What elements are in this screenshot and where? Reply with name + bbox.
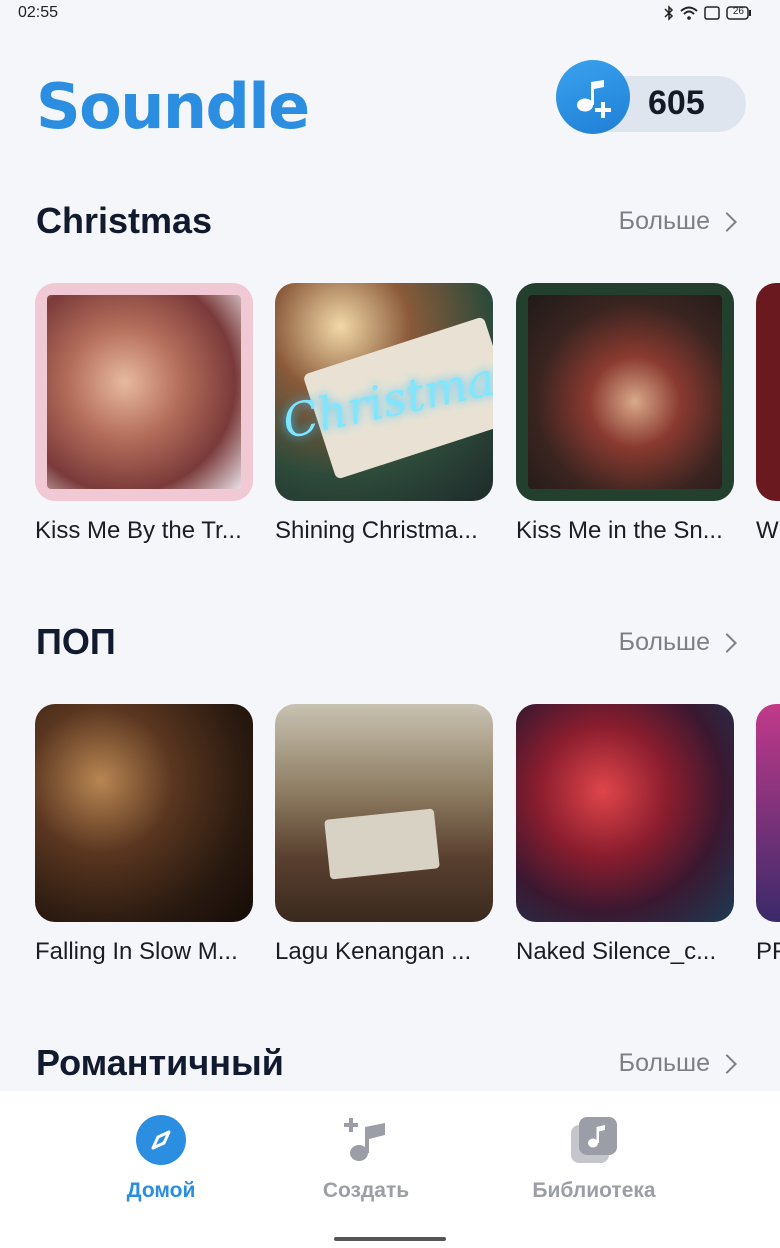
app-screen: 02:55 26 Soundle 605 Christmas Больше Ki… [0,0,780,1248]
song-title: PF [756,938,780,965]
song-title: Naked Silence_c... [516,938,717,965]
more-label: Больше [618,207,710,235]
bluetooth-icon [664,5,674,21]
song-card[interactable]: Naked Silence_c... [516,704,734,966]
status-time: 02:55 [18,4,59,21]
nav-item-library[interactable]: Библиотека [504,1113,684,1203]
nav-label-library: Библиотека [532,1179,656,1202]
nav-item-home[interactable]: Домой [71,1113,251,1203]
add-credits-icon[interactable] [556,60,630,134]
bottom-nav: Домой Создать Библиотека [0,1091,780,1248]
song-cover [756,704,780,922]
song-title: Falling In Slow M... [35,938,238,965]
song-card[interactable]: Lagu Kenangan ... [275,704,493,966]
more-link-christmas[interactable]: Больше [618,207,737,236]
song-title: Lagu Kenangan ... [275,938,472,965]
song-cover [516,283,734,501]
more-link-pop[interactable]: Больше [618,628,737,657]
chevron-right-icon [717,211,737,232]
song-cover [35,283,253,501]
home-indicator[interactable] [334,1237,446,1241]
more-link-romantic[interactable]: Больше [618,1049,737,1078]
song-cover [35,704,253,922]
song-card[interactable]: Kiss Me By the Tr... [35,283,253,545]
nav-item-create[interactable]: Создать [276,1113,456,1203]
song-card-partial[interactable]: W [756,283,780,545]
chevron-right-icon [717,1053,737,1074]
song-card[interactable]: Falling In Slow M... [35,704,253,966]
chevron-right-icon [717,632,737,653]
song-title: Kiss Me in the Sn... [516,517,723,544]
more-label: Больше [618,628,710,656]
card-row-christmas: Kiss Me By the Tr... Christmas Shining C… [35,283,780,553]
song-cover [516,704,734,922]
wifi-icon [680,6,698,20]
song-cover [275,704,493,922]
song-title: W [756,517,779,544]
song-cover: Christmas [275,283,493,501]
section-title-romantic: Романтичный [36,1042,284,1083]
section-title-pop: ПОП [36,621,116,662]
song-card[interactable]: Kiss Me in the Sn... [516,283,734,545]
app-logo: Soundle [36,70,310,143]
song-cover [756,283,780,501]
song-title: Kiss Me By the Tr... [35,517,242,544]
section-title-christmas: Christmas [36,200,213,241]
credits-count: 605 [648,84,705,122]
status-bar: 02:55 26 [0,0,780,28]
song-card-partial[interactable]: PF [756,704,780,966]
music-add-icon [339,1113,393,1167]
status-icons: 26 [664,5,752,21]
screen-icon [704,6,720,20]
song-title: Shining Christma... [275,517,478,544]
nav-label-create: Создать [322,1179,410,1202]
compass-icon [134,1113,188,1167]
battery-level: 26 [732,6,744,17]
song-card[interactable]: Christmas Shining Christma... [275,283,493,545]
card-row-pop: Falling In Slow M... Lagu Kenangan ... N… [35,704,780,974]
nav-label-home: Домой [126,1179,196,1202]
more-label: Больше [618,1049,710,1077]
library-icon [567,1113,621,1167]
